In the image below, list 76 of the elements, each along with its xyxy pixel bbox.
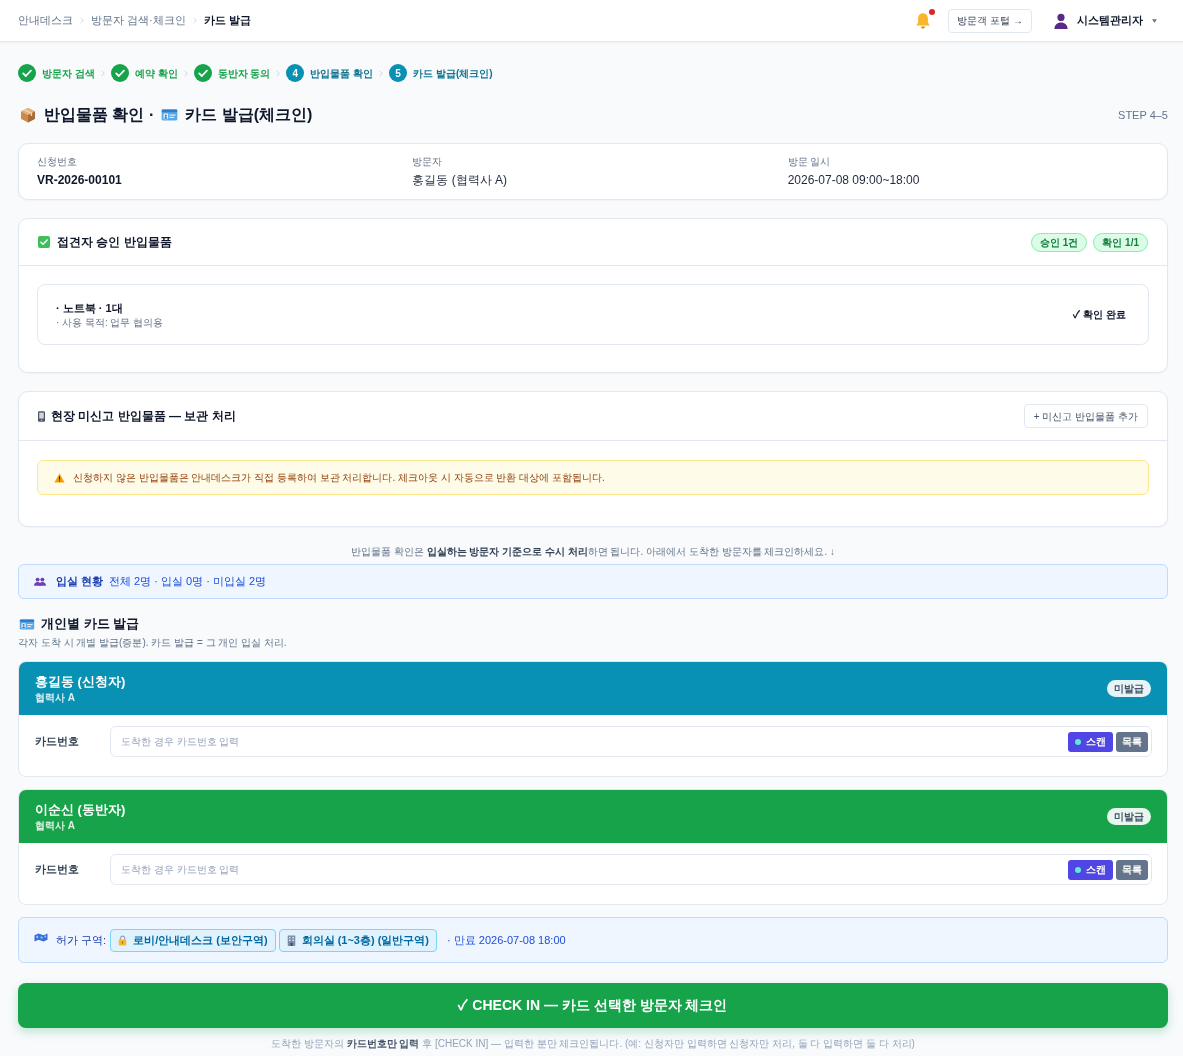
zones-label: 허가 구역: bbox=[56, 932, 107, 948]
checkbox-icon bbox=[38, 236, 50, 248]
chevron-icon bbox=[379, 69, 384, 77]
section-title: 현장 미신고 반입물품 — 보관 처리 bbox=[51, 408, 236, 425]
visitor-name: 홍길동 (신청자) bbox=[35, 672, 126, 691]
step-label[interactable]: 예약 확인 bbox=[134, 65, 178, 81]
expiry-text: · 만료 2026-07-08 18:00 bbox=[447, 932, 566, 948]
chevron-icon bbox=[80, 17, 84, 24]
chevron-icon bbox=[192, 17, 197, 24]
user-menu[interactable]: 시스템관리자 bbox=[1054, 12, 1157, 29]
visitor-name: 이순신 (동반자) bbox=[35, 800, 126, 819]
section-subtitle: 각자 도착 시 개별 발급(증분). 카드 발급 = 그 개인 입실 처리. bbox=[18, 636, 288, 650]
id-card-icon bbox=[161, 109, 179, 121]
status-badge: 미발급 bbox=[1107, 808, 1151, 825]
box-icon bbox=[20, 107, 36, 123]
warning-icon bbox=[54, 472, 65, 483]
portal-button[interactable]: 방문객 포털 → bbox=[948, 8, 1032, 33]
mobile-phone-icon bbox=[38, 410, 45, 422]
section-title: 접견자 승인 반입물품 bbox=[57, 234, 172, 251]
visitor-company: 협력사 A bbox=[35, 818, 76, 833]
info-value: 홍길동 (협력사 A) bbox=[412, 172, 508, 188]
scan-button[interactable]: 스캔 bbox=[1068, 859, 1113, 880]
info-label: 신청번호 bbox=[37, 155, 78, 169]
caret-icon bbox=[1152, 18, 1157, 23]
info-label: 방문 일시 bbox=[787, 155, 832, 169]
item-purpose: · 사용 목적: 업무 협의용 bbox=[56, 315, 164, 330]
add-item-button[interactable]: + 미신고 반입물품 추가 bbox=[1023, 404, 1148, 428]
warning-text: 신청하지 않은 반입물품은 안내데스크가 직접 등록하여 보관 처리합니다. 체크아웃 시 자동으로 반환 대상에 포함됩니다. bbox=[73, 471, 605, 485]
people-icon bbox=[34, 577, 46, 586]
dot-icon bbox=[1075, 738, 1081, 745]
info-value: VR-2026-00101 bbox=[37, 172, 123, 188]
entry-status-summary: 전체 2명 · 입실 0명 · 미입실 2명 bbox=[109, 574, 267, 590]
scan-button[interactable]: 스캔 bbox=[1068, 731, 1113, 752]
field-label: 카드번호 bbox=[35, 734, 80, 750]
step-label[interactable]: 반입물품 확인 bbox=[310, 65, 374, 81]
guide-text: 반입물품 확인은 입실하는 방문자 기준으로 수시 처리하면 됩니다. 아래에서 도착한 방문자를 체크인하세요. ↓ bbox=[350, 545, 836, 559]
chevron-icon bbox=[183, 69, 188, 77]
footer-note: 도착한 방문자의 카드번호만 입력 후 [CHECK IN] — 입력한 분만 체크인됩니다. (예: 신청자만 입력하면 신청자만 처리, 둘 다 입력하면 둘 다 처리) bbox=[270, 1037, 916, 1051]
page-title: 반입물품 확인 · bbox=[44, 105, 155, 125]
step-number: 4 bbox=[286, 64, 305, 82]
breadcrumb-item: 카드 발급 bbox=[203, 13, 251, 29]
chevron-icon bbox=[100, 69, 105, 77]
info-value: 2026-07-08 09:00~18:00 bbox=[787, 172, 921, 188]
step-label[interactable]: 방문자 검색 bbox=[42, 65, 95, 81]
check-in-button[interactable]: ✓ CHECK IN — 카드 선택한 방문자 체크인 bbox=[18, 983, 1168, 1028]
visitor-company: 협력사 A bbox=[35, 690, 76, 705]
user-icon bbox=[1054, 12, 1068, 29]
field-label: 카드번호 bbox=[35, 862, 80, 878]
status-badge: 미발급 bbox=[1107, 680, 1151, 697]
step-label[interactable]: 카드 발급(체크인) bbox=[413, 65, 493, 81]
card-number-field[interactable]: 도착한 경우 카드번호 입력 스캔 목록 bbox=[110, 854, 1152, 885]
item-name: · 노트북 · 1대 bbox=[56, 300, 124, 316]
item-status: ✓ 확인 완료 bbox=[1073, 308, 1126, 322]
step-range: STEP 4–5 bbox=[1118, 107, 1168, 123]
card-number-field[interactable]: 도착한 경우 카드번호 입력 스캔 목록 bbox=[110, 726, 1152, 757]
chevron-icon bbox=[276, 69, 281, 77]
step-number: 5 bbox=[389, 64, 408, 82]
breadcrumb-item[interactable]: 안내데스크 bbox=[18, 12, 73, 29]
breadcrumb-item[interactable]: 방문자 검색·체크인 bbox=[91, 12, 186, 29]
list-button[interactable]: 목록 bbox=[1116, 731, 1148, 752]
info-label: 방문자 bbox=[412, 155, 444, 169]
building-icon bbox=[286, 934, 296, 946]
id-card-icon bbox=[19, 618, 35, 630]
zone-name: 회의실 (1~3층) (일반구역) bbox=[301, 932, 429, 948]
count-badge: 확인 1/1 bbox=[1093, 232, 1148, 252]
bell-icon bbox=[915, 11, 932, 30]
step-label[interactable]: 동반자 동의 bbox=[217, 65, 271, 81]
section-title: 개인별 카드 발급 bbox=[41, 615, 140, 633]
list-button[interactable]: 목록 bbox=[1116, 859, 1148, 880]
page-title: 카드 발급(체크인) bbox=[185, 105, 313, 125]
entry-status-label: 입실 현황 bbox=[56, 574, 104, 590]
dot-icon bbox=[1075, 866, 1081, 873]
map-icon bbox=[34, 932, 48, 942]
zone-name: 로비/안내데스크 (보안구역) bbox=[133, 932, 268, 948]
lock-icon bbox=[118, 934, 128, 946]
count-badge: 승인 1건 bbox=[1030, 232, 1088, 252]
